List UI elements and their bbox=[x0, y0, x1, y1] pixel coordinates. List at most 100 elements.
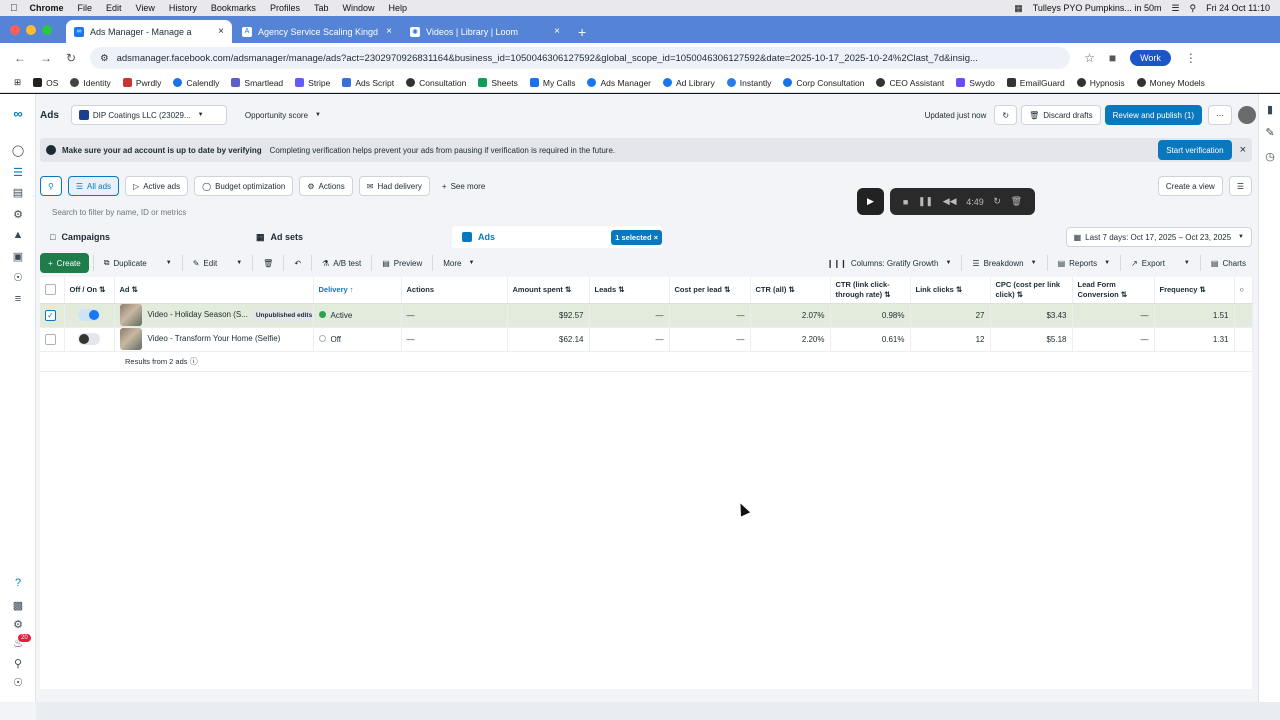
filter-all-ads[interactable]: ☰ All ads bbox=[67, 176, 120, 196]
col-lead-form[interactable]: Lead Form Conversion ⇅ bbox=[1072, 277, 1155, 304]
ad-toggle[interactable] bbox=[78, 333, 100, 345]
star-icon[interactable]: ☆ bbox=[1084, 51, 1095, 65]
bookmark-item[interactable]: Money Models bbox=[1136, 78, 1205, 88]
duplicate-dropdown[interactable]: ▼ bbox=[157, 253, 178, 273]
news-icon[interactable]: ▩ bbox=[11, 598, 25, 612]
ad-name-cell[interactable]: Video - Transform Your Home (Selfie) bbox=[114, 327, 314, 352]
row-checkbox[interactable] bbox=[45, 333, 56, 345]
browser-tab-ads-manager[interactable]: ∞ Ads Manager - Manage a × bbox=[66, 20, 232, 43]
search-icon[interactable]: ⚲ bbox=[1190, 3, 1197, 14]
filter-actions[interactable]: ⚙ Actions bbox=[299, 176, 353, 196]
ad-name-cell[interactable]: Video - Holiday Season (S... Unpublished … bbox=[114, 303, 314, 328]
table-row[interactable]: Video - Transform Your Home (Selfie) Off… bbox=[40, 327, 1253, 352]
bookmark-item[interactable]: Ad Library bbox=[663, 78, 715, 88]
export-button[interactable]: ↗ Export bbox=[1125, 253, 1171, 273]
col-ctr-all[interactable]: CTR (all) ⇅ bbox=[750, 277, 831, 304]
billing-icon[interactable]: ▣ bbox=[11, 249, 25, 263]
minimize-window-button[interactable] bbox=[26, 24, 36, 35]
bookmark-item[interactable]: Pwrdly bbox=[122, 78, 161, 88]
apps-grid-icon[interactable]: ⊞ bbox=[14, 77, 21, 88]
preview-button[interactable]: ▤ Preview bbox=[376, 253, 428, 273]
account-overview-icon[interactable]: ◯ bbox=[11, 143, 25, 157]
advertising-settings-icon[interactable]: ▲ bbox=[11, 228, 25, 242]
filter-had-delivery[interactable]: ✉ Had delivery bbox=[358, 176, 430, 196]
more-dropdown[interactable]: More ▼ bbox=[437, 253, 480, 273]
bookmark-item[interactable]: EmailGuard bbox=[1006, 78, 1065, 88]
browser-menu-icon[interactable]: ⋮ bbox=[1185, 51, 1197, 65]
export-dropdown[interactable]: ▼ bbox=[1175, 253, 1196, 273]
tab-campaigns[interactable]: □ Campaigns bbox=[40, 226, 246, 248]
refresh-button[interactable]: ↻ bbox=[994, 105, 1018, 125]
col-off-on[interactable]: Off / On ⇅ bbox=[64, 277, 115, 304]
col-amount-spent[interactable]: Amount spent ⇅ bbox=[507, 277, 590, 304]
breakdown-dropdown[interactable]: ☰ Breakdown ▼ bbox=[966, 253, 1042, 273]
bookmark-item[interactable]: Stripe bbox=[295, 78, 330, 88]
edit-button[interactable]: ✎ Edit bbox=[187, 253, 224, 273]
edit-pencil-icon[interactable]: ✎ bbox=[1263, 125, 1277, 139]
add-column-header[interactable]: ○ bbox=[1234, 277, 1253, 304]
selection-badge[interactable]: 1 selected × bbox=[611, 229, 662, 245]
url-field[interactable]: ⚙ adsmanager.facebook.com/adsmanager/man… bbox=[90, 47, 1071, 69]
close-window-button[interactable] bbox=[10, 24, 20, 35]
filter-budget-optimization[interactable]: ◯ Budget optimization bbox=[194, 176, 294, 196]
rewind-icon[interactable]: ◀◀ bbox=[943, 196, 957, 207]
col-cpc[interactable]: CPC (cost per link click) ⇅ bbox=[990, 277, 1073, 304]
select-all-checkbox[interactable] bbox=[45, 284, 56, 296]
new-tab-icon[interactable]: + bbox=[570, 20, 594, 43]
bookmark-item[interactable]: Corp Consultation bbox=[783, 78, 864, 88]
undo-button[interactable]: ↶ bbox=[288, 253, 307, 273]
menu-profiles[interactable]: Profiles bbox=[270, 3, 300, 13]
avatar[interactable] bbox=[1238, 106, 1256, 124]
see-more-button[interactable]: + See more bbox=[436, 176, 491, 196]
menu-window[interactable]: Window bbox=[342, 3, 374, 13]
bookmark-item[interactable]: Calendly bbox=[173, 78, 219, 88]
search-icon[interactable]: ⚲ bbox=[11, 656, 25, 670]
calendar-reminder[interactable]: Tulleys PYO Pumpkins... in 50m bbox=[1033, 3, 1162, 13]
history-icon[interactable]: ◷ bbox=[1263, 149, 1277, 163]
close-tab-icon[interactable]: × bbox=[386, 26, 392, 37]
tab-ads[interactable]: Ads 1 selected × bbox=[452, 226, 662, 248]
col-ctr-link[interactable]: CTR (link click-through rate) ⇅ bbox=[830, 277, 911, 304]
create-button[interactable]: + Create bbox=[40, 253, 89, 273]
edit-dropdown[interactable]: ▼ bbox=[227, 253, 248, 273]
filter-active-ads[interactable]: ▷ Active ads bbox=[125, 176, 189, 196]
clock-text[interactable]: Fri 24 Oct 11:10 bbox=[1206, 3, 1270, 13]
more-options-button[interactable]: ⋯ bbox=[1208, 105, 1232, 125]
menu-file[interactable]: File bbox=[78, 3, 93, 13]
forward-icon[interactable]: → bbox=[40, 51, 52, 65]
view-settings-button[interactable]: ☰ bbox=[1228, 176, 1252, 196]
row-checkbox[interactable]: ✓ bbox=[45, 309, 56, 321]
menu-view[interactable]: View bbox=[136, 3, 155, 13]
tab-ad-sets[interactable]: ▦ Ad sets bbox=[246, 226, 452, 248]
stop-icon[interactable]: ■ bbox=[903, 197, 908, 207]
bookmark-item[interactable]: Ads Script bbox=[342, 78, 394, 88]
all-tools-icon[interactable]: ≡ bbox=[11, 292, 25, 306]
browser-tab-agency[interactable]: A Agency Service Scaling Kingd × bbox=[234, 20, 400, 43]
ad-name[interactable]: Video - Holiday Season (S... bbox=[148, 310, 248, 319]
pause-icon[interactable]: ❚❚ bbox=[918, 196, 933, 207]
menu-help[interactable]: Help bbox=[388, 3, 407, 13]
reports-dropdown[interactable]: ▤ Reports ▼ bbox=[1052, 253, 1117, 273]
audiences-icon[interactable]: ⚙ bbox=[11, 207, 25, 221]
col-link-clicks[interactable]: Link clicks ⇅ bbox=[910, 277, 991, 304]
bug-report-icon[interactable]: ☉ bbox=[11, 675, 25, 689]
table-row[interactable]: ✓ Video - Holiday Season (S... Unpublishe… bbox=[40, 303, 1253, 328]
start-verification-button[interactable]: Start verification bbox=[1158, 140, 1232, 160]
site-info-icon[interactable]: ⚙ bbox=[100, 53, 109, 64]
charts-button[interactable]: ▤ Charts bbox=[1205, 253, 1252, 273]
campaigns-list-icon[interactable]: ☰ bbox=[11, 165, 25, 179]
help-icon[interactable]: ? bbox=[11, 576, 25, 590]
ab-test-button[interactable]: ⚗ A/B test bbox=[316, 253, 367, 273]
camera-icon[interactable]: ▶ bbox=[857, 188, 884, 215]
back-icon[interactable]: ← bbox=[14, 51, 26, 65]
ad-toggle[interactable] bbox=[78, 309, 100, 321]
bookmark-item[interactable]: Consultation bbox=[406, 78, 466, 88]
extensions-icon[interactable]: ■ bbox=[1109, 51, 1116, 65]
delete-button[interactable]: 🗑 bbox=[257, 253, 279, 273]
col-cost-per-lead[interactable]: Cost per lead ⇅ bbox=[669, 277, 751, 304]
close-tab-icon[interactable]: × bbox=[218, 26, 224, 37]
create-view-button[interactable]: Create a view bbox=[1157, 176, 1223, 196]
info-icon[interactable]: ⓘ bbox=[190, 357, 198, 366]
menu-tab[interactable]: Tab bbox=[314, 3, 329, 13]
meta-logo-icon[interactable]: ∞ bbox=[11, 106, 25, 121]
